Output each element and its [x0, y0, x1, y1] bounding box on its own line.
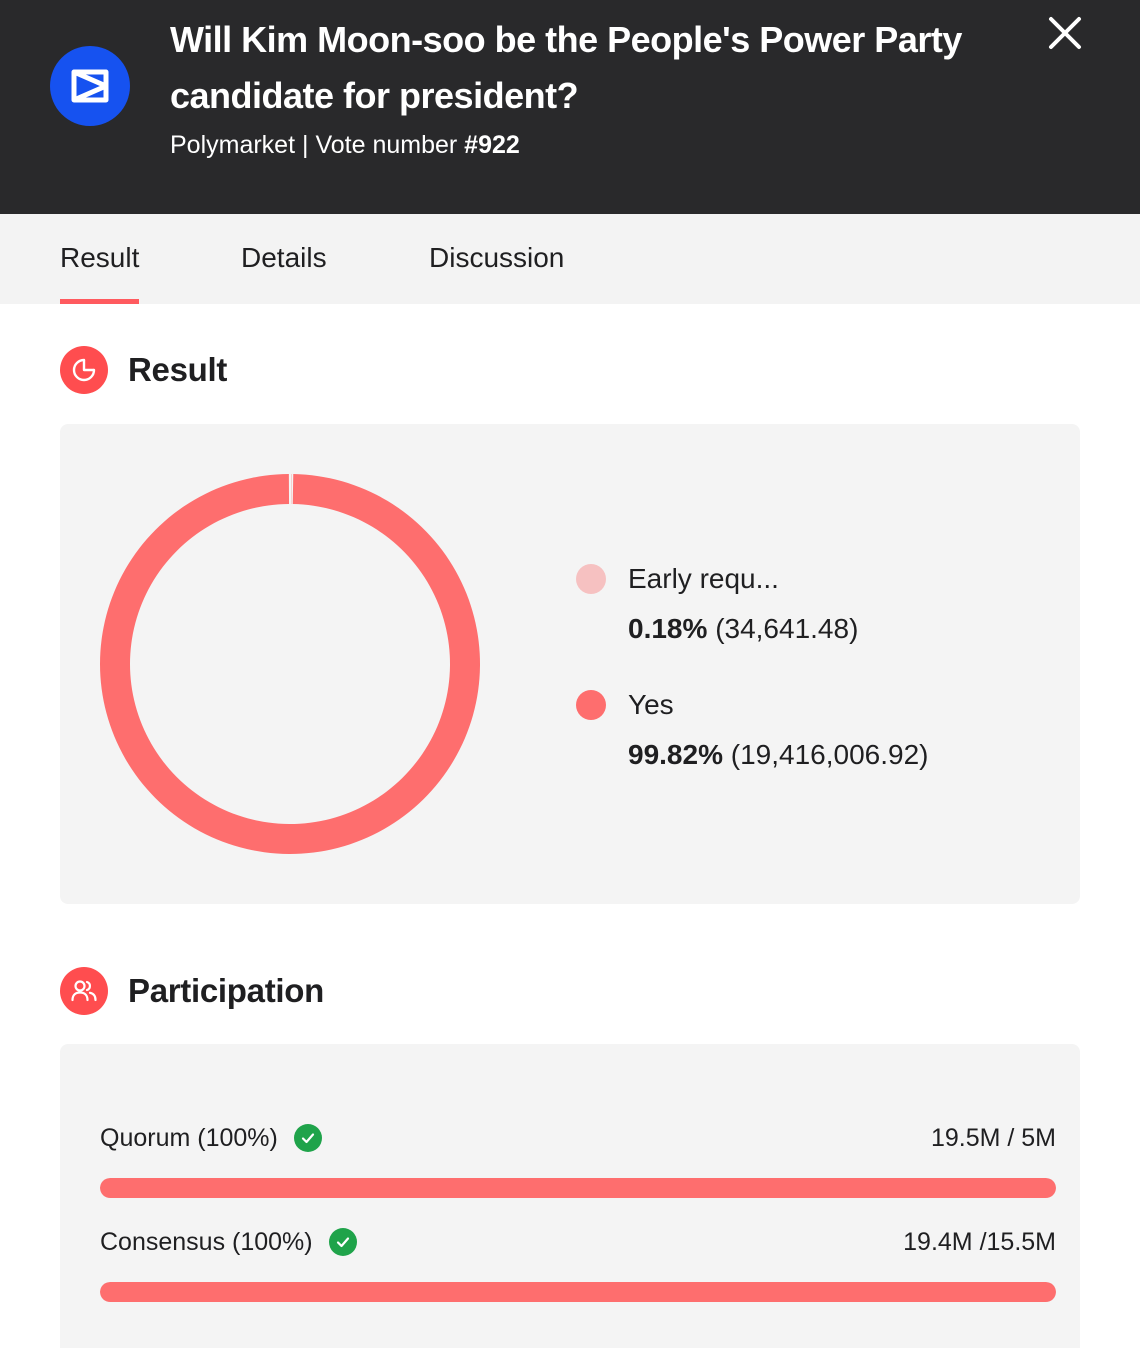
participation-section-header: Participation — [60, 967, 324, 1015]
tab-details[interactable]: Details — [241, 214, 327, 304]
legend-amount-early: (34,641.48) — [715, 613, 859, 644]
legend-swatch-early — [576, 564, 606, 594]
tab-result[interactable]: Result — [60, 214, 140, 304]
legend-value-early: 0.18% (34,641.48) — [628, 600, 858, 658]
legend-swatch-yes — [576, 690, 606, 720]
donut-chart — [100, 474, 480, 854]
legend-value-yes: 99.82% (19,416,006.92) — [628, 726, 928, 784]
result-title: Result — [128, 351, 228, 388]
result-card: Early requ... 0.18% (34,641.48) Yes 99.8… — [60, 424, 1080, 904]
page-title: Will Kim Moon-soo be the People's Power … — [170, 19, 962, 116]
donut-slice-early — [290, 474, 292, 505]
quorum-progress-bar — [100, 1178, 1056, 1198]
header: Will Kim Moon-soo be the People's Power … — [0, 0, 1140, 214]
source-name: Polymarket — [170, 131, 296, 159]
quorum-label: Quorum (100%) — [100, 1124, 278, 1152]
quorum-value: 19.5M / 5M — [930, 1124, 1056, 1152]
separator: | — [302, 131, 309, 159]
result-section-header: Result — [60, 346, 227, 394]
quorum-progress-fill — [100, 1178, 1056, 1198]
check-circle-icon — [328, 1228, 357, 1256]
participation-card: Quorum (100%) 19.5M / 5M Consensus (100%… — [60, 1044, 1080, 1348]
legend-percent-yes: 99.82% — [628, 739, 723, 770]
coinbase-base-logo-icon — [50, 46, 130, 126]
legend-percent-early: 0.18% — [628, 613, 708, 644]
vote-subtitle: Polymarket | Vote number #922 — [170, 128, 520, 162]
vote-number: #922 — [464, 131, 520, 159]
check-circle-icon — [293, 1124, 322, 1152]
consensus-progress-bar — [100, 1282, 1056, 1302]
quorum-label-row: Quorum (100%) — [100, 1121, 322, 1155]
consensus-label: Consensus (100%) — [100, 1228, 313, 1256]
tab-discussion[interactable]: Discussion — [429, 214, 564, 304]
pie-chart-icon — [60, 346, 108, 394]
consensus-value: 19.4M /15.5M — [903, 1228, 1056, 1256]
legend-amount-yes: (19,416,006.92) — [730, 739, 929, 770]
participation-title: Participation — [128, 972, 324, 1009]
vote-label: Vote number — [315, 131, 458, 159]
donut-slice-yes — [100, 474, 480, 854]
close-icon[interactable] — [1046, 14, 1084, 52]
consensus-label-row: Consensus (100%) — [100, 1225, 357, 1259]
tab-bar: Result Details Discussion — [0, 214, 1140, 304]
consensus-progress-fill — [100, 1282, 1056, 1302]
users-icon — [60, 967, 108, 1015]
